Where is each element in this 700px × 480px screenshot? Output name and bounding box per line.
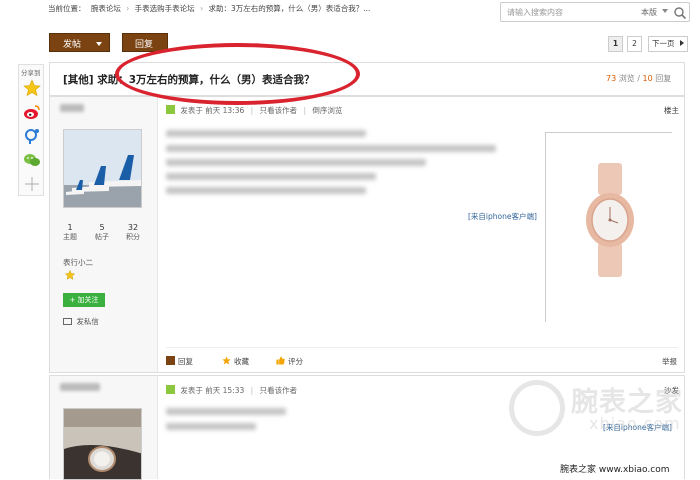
- rate-action[interactable]: 评分: [276, 356, 303, 367]
- source-link[interactable]: [来自iphone客户端]: [468, 211, 537, 222]
- search-icon[interactable]: [673, 6, 687, 20]
- post-meta-prefix: 发表于: [180, 106, 203, 115]
- post-1: 1 主题 5 帖子 32 积分 表行小二 + 加关注 发私信 发表于 前天 13…: [49, 96, 685, 373]
- rank-star-icon: [65, 270, 75, 280]
- stat-posts-label: 帖子: [95, 233, 109, 241]
- rate-action-label: 评分: [288, 357, 303, 366]
- weibo-icon[interactable]: [23, 103, 41, 121]
- breadcrumb-separator: ›: [200, 4, 204, 13]
- wechat-icon[interactable]: [23, 151, 41, 169]
- breadcrumb-item-forum[interactable]: 腕表论坛: [91, 4, 121, 13]
- stat-topics-num: 1: [67, 223, 73, 232]
- reverse-order-link[interactable]: 倒序浏览: [312, 106, 342, 115]
- qzone-icon[interactable]: [23, 127, 41, 145]
- reply-icon: [166, 356, 175, 365]
- stats-separator: /: [637, 74, 640, 83]
- view-count: 73: [606, 74, 617, 83]
- stat-topics-label: 主题: [63, 233, 77, 241]
- post-time: 前天 15:33: [205, 386, 245, 395]
- footer-credit: 腕表之家 www.xbiao.com: [560, 465, 670, 475]
- top-bar: 当前位置： 腕表论坛 › 手表选购手表论坛 › 求助：3万左右的预算，什么（男）…: [0, 0, 700, 26]
- author-name-blurred[interactable]: [60, 383, 100, 391]
- wrist-watch-avatar-image: [64, 409, 141, 479]
- breadcrumb: 当前位置： 腕表论坛 › 手表选购手表论坛 › 求助：3万左右的预算，什么（男）…: [48, 3, 373, 14]
- chevron-down-icon: [96, 42, 102, 46]
- chevron-down-icon[interactable]: [662, 9, 668, 13]
- avatar[interactable]: [63, 129, 142, 208]
- post-time: 前天 13:36: [205, 106, 245, 115]
- action-divider: [166, 347, 678, 348]
- stat-points[interactable]: 32 积分: [118, 223, 148, 242]
- post-meta: 发表于 前天 15:33 | 只看该作者: [166, 385, 297, 396]
- share-label: 分享到: [21, 69, 41, 77]
- watermark-en: xbiao.com: [589, 414, 681, 433]
- follow-button[interactable]: + 加关注: [63, 293, 105, 307]
- envelope-icon: [63, 318, 72, 325]
- only-author-link[interactable]: 只看该作者: [260, 106, 298, 115]
- search-scope-select[interactable]: 本版: [641, 7, 657, 18]
- reply-action-label: 回复: [178, 357, 193, 366]
- author-sidebar: [50, 376, 158, 480]
- thumbs-up-icon: [276, 356, 285, 365]
- favorite-action-label: 收藏: [234, 357, 249, 366]
- post-actions: 回复 收藏 评分 举报: [166, 354, 678, 368]
- breadcrumb-prefix: 当前位置：: [48, 4, 86, 13]
- search-box[interactable]: 请输入搜索内容 本版: [500, 2, 690, 22]
- only-author-link[interactable]: 只看该作者: [260, 386, 298, 395]
- stat-topics[interactable]: 1 主题: [55, 223, 85, 242]
- stat-points-label: 积分: [126, 233, 140, 241]
- send-message-label: 发私信: [76, 317, 99, 326]
- stat-posts-num: 5: [99, 223, 105, 232]
- author-sidebar: 1 主题 5 帖子 32 积分 表行小二 + 加关注 发私信: [50, 97, 158, 372]
- star-share-icon[interactable]: [23, 79, 41, 97]
- watermark-logo-icon: [509, 380, 565, 436]
- online-status-icon: [166, 105, 175, 114]
- post-meta: 发表于 前天 13:36 | 只看该作者 | 倒序浏览: [166, 105, 342, 116]
- avatar[interactable]: [63, 408, 142, 480]
- user-group: 表行小二: [63, 258, 93, 267]
- reply-action[interactable]: 回复: [166, 356, 193, 367]
- page-2-button[interactable]: 2: [627, 36, 642, 52]
- floor-label[interactable]: 楼主: [664, 105, 679, 116]
- author-name-blurred[interactable]: [60, 104, 84, 112]
- stat-points-num: 32: [127, 223, 139, 232]
- search-input[interactable]: 请输入搜索内容: [507, 7, 563, 18]
- share-sidebar: 分享到: [18, 64, 44, 196]
- view-label: 浏览: [618, 74, 635, 83]
- highlight-oval: [115, 43, 360, 105]
- reply-label: 回复: [135, 40, 154, 50]
- breadcrumb-item-board[interactable]: 手表选购手表论坛: [135, 4, 195, 13]
- watermark: 腕表之家 xbiao.com: [509, 378, 699, 438]
- new-post-button[interactable]: 发帖: [49, 33, 110, 52]
- report-link[interactable]: 举报: [662, 356, 677, 367]
- stat-posts[interactable]: 5 帖子: [87, 223, 117, 242]
- star-icon: [222, 356, 231, 365]
- breadcrumb-item-thread[interactable]: 求助：3万左右的预算，什么（男）表适合我？...: [208, 4, 370, 13]
- thread-stats: 73 浏览 / 10 回复: [606, 73, 671, 84]
- airplane-avatar-image: [64, 130, 141, 207]
- breadcrumb-separator: ›: [126, 4, 130, 13]
- post-meta-prefix: 发表于: [180, 386, 203, 395]
- watch-image[interactable]: [545, 132, 673, 323]
- reply-label: 回复: [655, 74, 672, 83]
- page-1-button[interactable]: 1: [608, 36, 623, 52]
- more-share-icon[interactable]: [23, 175, 41, 193]
- next-page-button[interactable]: 下一页: [648, 36, 688, 52]
- reply-count: 10: [642, 74, 653, 83]
- chevron-right-icon: [679, 40, 684, 46]
- new-post-label: 发帖: [63, 40, 82, 50]
- watch-photo: [546, 133, 673, 323]
- next-page-label: 下一页: [652, 39, 675, 48]
- online-status-icon: [166, 385, 175, 394]
- favorite-action[interactable]: 收藏: [222, 356, 249, 367]
- send-message-link[interactable]: 发私信: [63, 316, 99, 327]
